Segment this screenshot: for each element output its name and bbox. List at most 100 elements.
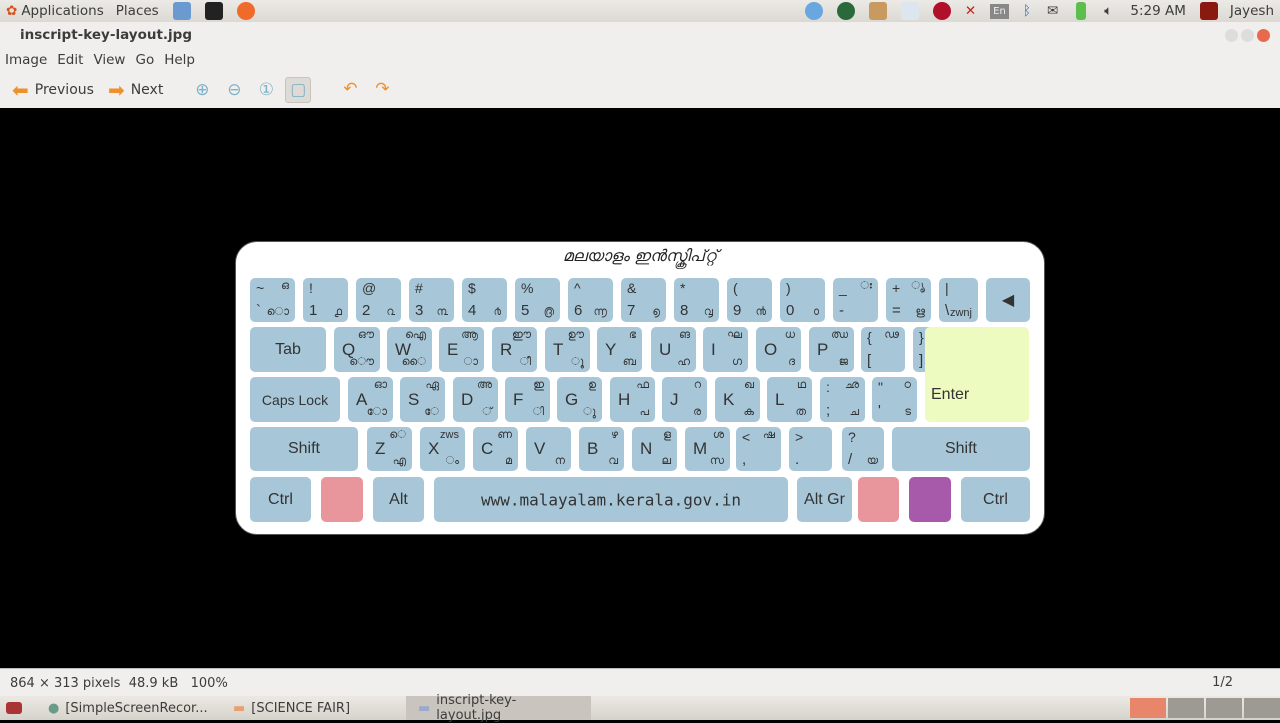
key-ctrl: Ctrl	[961, 477, 1030, 522]
key-label: }	[919, 329, 924, 345]
key-label: N	[640, 439, 653, 458]
clock[interactable]: 5:29 AM	[1130, 3, 1186, 19]
previous-button[interactable]: ⬅ Previous	[8, 77, 98, 103]
key-blank	[909, 477, 951, 522]
screen-recorder-icon[interactable]	[836, 2, 855, 20]
key-n: Nള ല	[632, 427, 677, 471]
key-label: X	[428, 439, 440, 458]
task-inscript-key-layout[interactable]: ▬ inscript-key-layout.jpg	[406, 693, 591, 723]
key-label: -	[839, 302, 844, 319]
key-label: P	[817, 339, 829, 359]
key-label: ൭	[652, 306, 660, 318]
next-button[interactable]: ➡ Next	[104, 77, 167, 103]
key--: :; ഛ ച	[820, 377, 865, 422]
key-alt-gr: Alt Gr	[797, 477, 852, 522]
key-label: ച	[849, 406, 859, 418]
key-label: M	[693, 439, 708, 458]
key--: | \ zwnj	[939, 278, 978, 322]
key-enter: Enter	[925, 327, 1029, 422]
key-label: !	[309, 280, 313, 296]
workspace-1[interactable]	[1130, 698, 1166, 718]
key-1: ! 1 ൧	[303, 278, 348, 322]
key-label: ൩	[436, 306, 448, 318]
image-counter: 1/2	[1212, 675, 1233, 690]
volume-icon[interactable]: 🔈︎	[1104, 3, 1112, 19]
key-www-malayalam-kerala-gov-in: www.malayalam.kerala.gov.in	[434, 477, 788, 522]
arrow-left-icon: ⬅	[12, 77, 29, 102]
display-icon[interactable]	[868, 2, 887, 20]
status-bar: 864 × 313 pixels 48.9 kB 100%	[0, 668, 1280, 696]
maximize-button[interactable]	[1241, 29, 1254, 42]
firefox-launcher-icon[interactable]	[236, 2, 255, 20]
arrow-right-icon: ➡	[107, 77, 125, 102]
clipboard-icon[interactable]	[900, 2, 919, 20]
applications-menu[interactable]: ✿ Applications	[0, 0, 110, 22]
rotate-left-button[interactable]: ↶	[337, 77, 363, 103]
key-caps-lock: Caps Lock	[250, 377, 340, 422]
key-f: F ഇി	[505, 377, 550, 422]
key-label: ഹ	[677, 356, 690, 368]
key-label: ~	[256, 280, 265, 296]
key-a: A ഓോ	[348, 377, 393, 422]
zoom-out-button[interactable]: ⊖	[221, 77, 247, 103]
menu-help[interactable]: Help	[159, 52, 200, 68]
minimize-button[interactable]	[1225, 29, 1238, 42]
key-3: #3 ൩	[409, 278, 454, 322]
menu-view[interactable]: View	[88, 52, 130, 68]
close-button[interactable]	[1257, 29, 1270, 42]
user-session-icon[interactable]	[1199, 2, 1218, 20]
key-label: ണ	[497, 429, 512, 441]
key-d: D അ്	[453, 377, 498, 422]
key-w: W ഐൈ	[387, 327, 432, 372]
key-label: പ	[639, 406, 649, 418]
window-controls	[1225, 29, 1270, 42]
key-label: ഭ	[628, 329, 636, 341]
key-label: ങ	[678, 329, 690, 341]
key-label: ീ	[519, 356, 531, 368]
menu-edit[interactable]: Edit	[52, 52, 88, 68]
system-settings-launcher-icon[interactable]	[172, 2, 191, 20]
zoom-normal-button[interactable]: ①	[253, 77, 279, 103]
key-label: ാ	[463, 356, 478, 368]
menu-go[interactable]: Go	[130, 52, 159, 68]
key-k: Kഖ ക	[715, 377, 760, 422]
rotate-right-button[interactable]: ↷	[369, 77, 395, 103]
key-label: ൌ	[349, 356, 374, 368]
key-label: Y	[605, 339, 617, 359]
record-icon[interactable]	[932, 2, 951, 20]
menu-image[interactable]: Image	[0, 52, 52, 68]
toolbar: ⬅ Previous ➡ Next ⊕ ⊖ ① ▢ ↶ ↷	[0, 71, 1280, 108]
battery-icon[interactable]	[1076, 2, 1087, 20]
workspace-3[interactable]	[1206, 698, 1242, 718]
places-menu[interactable]: Places	[110, 0, 165, 22]
best-fit-button[interactable]: ▢	[285, 76, 312, 103]
bluetooth-icon[interactable]: ᛒ	[1023, 3, 1031, 19]
show-desktop-icon[interactable]	[6, 702, 22, 714]
key-label: 5	[521, 302, 530, 319]
key-label: D	[461, 389, 474, 409]
zoom-in-button[interactable]: ⊕	[189, 77, 215, 103]
mail-icon[interactable]: ✉	[1047, 3, 1058, 19]
key-label: \	[945, 302, 950, 319]
key-label: U	[659, 339, 672, 359]
network-globe-icon[interactable]	[804, 2, 823, 20]
key-label: E	[447, 339, 459, 359]
workspace-2[interactable]	[1168, 698, 1204, 718]
terminal-launcher-icon[interactable]	[204, 2, 223, 20]
key-label: ഷ	[762, 429, 775, 441]
key-label: #	[415, 280, 423, 296]
key-label: ോ	[366, 406, 387, 418]
key-6: ^ 6 ൬	[568, 278, 613, 322]
network-disconnected-icon[interactable]: ✕	[965, 3, 976, 19]
key-label: G	[565, 389, 579, 409]
workspace-4[interactable]	[1244, 698, 1280, 718]
user-name[interactable]: Jayesh	[1230, 3, 1274, 19]
key-label: ശ	[712, 429, 724, 441]
keyboard-layout-indicator[interactable]: En	[990, 3, 1009, 19]
task-simplescreenrecorder[interactable]: ● [SimpleScreenRecor...	[36, 696, 221, 720]
task-science-fair[interactable]: ▬ [SCIENCE FAIR]	[221, 696, 406, 720]
key-label: 9	[733, 302, 742, 319]
key-label: ൯	[755, 306, 766, 318]
top-panel: ✿ Applications Places ✕ En ᛒ ✉ 🔈︎ 5:29 AM…	[0, 0, 1280, 22]
key-label: 8	[680, 302, 689, 319]
